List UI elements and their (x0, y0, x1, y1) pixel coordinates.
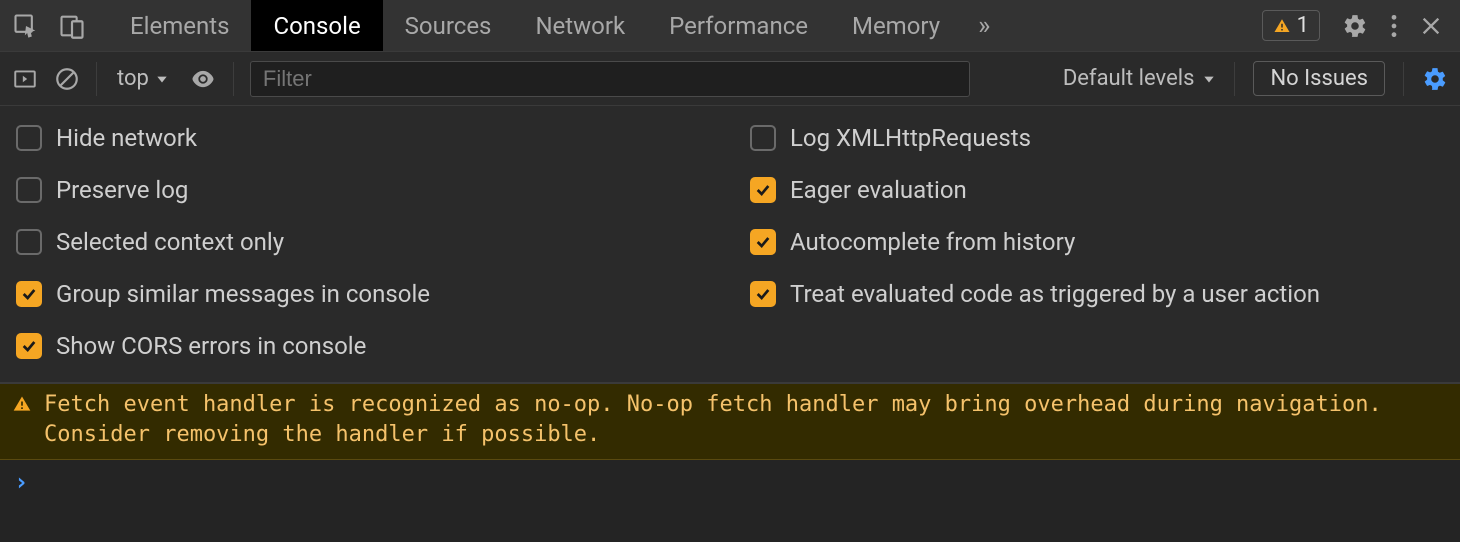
checkbox-selected-context-only[interactable]: Selected context only (16, 228, 710, 256)
toggle-sidebar-icon[interactable] (12, 66, 38, 92)
toolbar-separator (233, 62, 234, 96)
tab-console[interactable]: Console (251, 0, 382, 51)
console-warning-entry[interactable]: Fetch event handler is recognized as no-… (0, 384, 1460, 460)
settings-gear-icon[interactable] (1342, 13, 1368, 39)
checkbox-preserve-log[interactable]: Preserve log (16, 176, 710, 204)
checkbox-label: Show CORS errors in console (56, 332, 366, 360)
warning-icon (1273, 17, 1291, 35)
checkbox-autocomplete-history[interactable]: Autocomplete from history (750, 228, 1444, 256)
checkbox-label: Group similar messages in console (56, 280, 430, 308)
tab-network[interactable]: Network (513, 0, 647, 51)
tab-label: Elements (130, 12, 229, 40)
warning-text: Fetch event handler is recognized as no-… (44, 390, 1448, 449)
toolbar-separator (1403, 62, 1404, 96)
console-prompt[interactable]: › (0, 460, 1460, 504)
chevron-down-icon (1202, 72, 1216, 86)
checkbox-log-xhr[interactable]: Log XMLHttpRequests (750, 124, 1444, 152)
console-settings-panel: Hide network Preserve log Selected conte… (0, 106, 1460, 384)
warnings-count: 1 (1297, 13, 1309, 38)
panel-tabs: Elements Console Sources Network Perform… (108, 0, 1006, 51)
checkbox-label: Selected context only (56, 228, 284, 256)
checkbox-group-similar[interactable]: Group similar messages in console (16, 280, 710, 308)
tabbar-left-tools (0, 0, 98, 51)
tab-label: Console (273, 12, 360, 40)
levels-label: Default levels (1063, 66, 1195, 91)
console-toolbar: top Default levels No Issues (0, 52, 1460, 106)
device-toggle-icon[interactable] (58, 12, 86, 40)
checkbox-user-action-eval[interactable]: Treat evaluated code as triggered by a u… (750, 280, 1444, 308)
checkbox-hide-network[interactable]: Hide network (16, 124, 710, 152)
settings-right-column: Log XMLHttpRequests Eager evaluation Aut… (750, 124, 1444, 360)
toolbar-separator (96, 62, 97, 96)
tab-elements[interactable]: Elements (108, 0, 251, 51)
checkbox-eager-evaluation[interactable]: Eager evaluation (750, 176, 1444, 204)
console-settings-gear-icon[interactable] (1422, 66, 1448, 92)
tab-label: Sources (405, 12, 492, 40)
checkbox-label: Eager evaluation (790, 176, 967, 204)
clear-console-icon[interactable] (54, 66, 80, 92)
tab-sources[interactable]: Sources (383, 0, 514, 51)
kebab-menu-icon[interactable] (1390, 13, 1398, 39)
checkbox-label: Hide network (56, 124, 197, 152)
tab-label: Performance (669, 12, 808, 40)
toolbar-separator (1234, 62, 1235, 96)
warning-icon (12, 393, 32, 423)
inspect-element-icon[interactable] (12, 12, 40, 40)
tab-performance[interactable]: Performance (647, 0, 830, 51)
live-expression-icon[interactable] (189, 65, 217, 93)
tab-label: Network (535, 12, 625, 40)
chevron-right-icon: » (978, 11, 990, 41)
checkbox-label: Autocomplete from history (790, 228, 1075, 256)
checkbox-show-cors-errors[interactable]: Show CORS errors in console (16, 332, 710, 360)
settings-left-column: Hide network Preserve log Selected conte… (16, 124, 710, 360)
prompt-chevron-icon: › (14, 468, 28, 496)
close-icon[interactable] (1420, 15, 1442, 37)
log-levels-selector[interactable]: Default levels (1063, 66, 1217, 91)
tab-memory[interactable]: Memory (830, 0, 962, 51)
checkbox-label: Treat evaluated code as triggered by a u… (790, 280, 1320, 308)
tabbar-right-tools: 1 (1262, 0, 1460, 51)
execution-context-selector[interactable]: top (113, 66, 173, 91)
toolbar-right: Default levels No Issues (1063, 61, 1448, 96)
chevron-down-icon (155, 72, 169, 86)
checkbox-label: Log XMLHttpRequests (790, 124, 1031, 152)
devtools-tabbar: Elements Console Sources Network Perform… (0, 0, 1460, 52)
tab-label: Memory (852, 12, 940, 40)
issues-button[interactable]: No Issues (1253, 61, 1385, 96)
more-tabs-button[interactable]: » (962, 0, 1006, 51)
warnings-count-pill[interactable]: 1 (1262, 10, 1320, 41)
checkbox-label: Preserve log (56, 176, 188, 204)
issues-label: No Issues (1270, 66, 1368, 91)
filter-input[interactable] (250, 61, 970, 97)
context-label: top (117, 66, 149, 91)
